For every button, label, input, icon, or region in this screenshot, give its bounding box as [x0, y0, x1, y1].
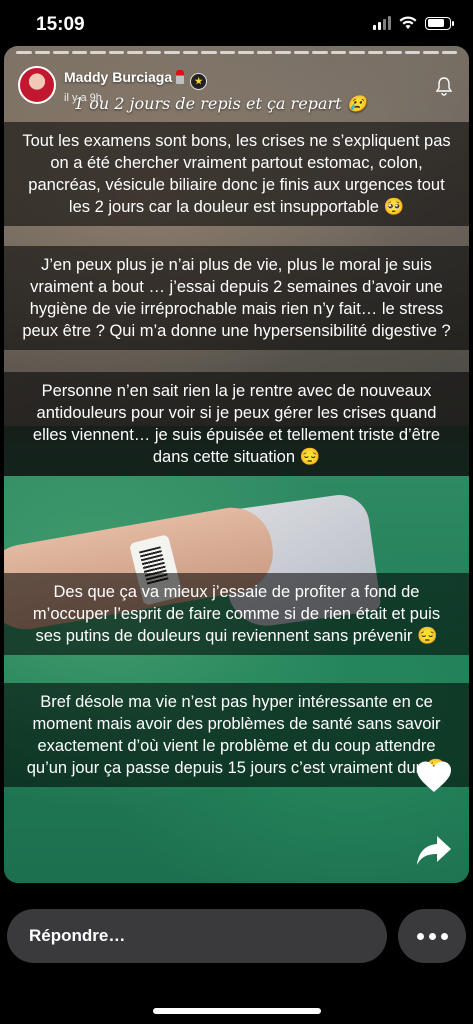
- story-viewer[interactable]: Maddy Burciaga ★ il y a 9h 1 ou 2 jours d…: [4, 46, 469, 883]
- avatar[interactable]: [18, 66, 56, 104]
- status-bar: 15:09: [0, 0, 473, 46]
- caption-2: J’en peux plus je n’ai plus de vie, plus…: [4, 246, 469, 350]
- star-badge-icon: ★: [190, 73, 208, 90]
- signal-icon: [373, 16, 391, 30]
- caption-5: Bref désole ma vie n’est pas hyper intér…: [4, 683, 469, 787]
- author-name[interactable]: Maddy Burciaga: [64, 69, 172, 85]
- caption-1: Tout les examens sont bons, les crises n…: [4, 122, 469, 226]
- reply-placeholder[interactable]: Répondre…: [29, 926, 125, 946]
- reply-input[interactable]: Répondre…: [7, 909, 387, 963]
- more-dots-icon: [416, 932, 424, 940]
- handwritten-overlay: 1 ou 2 jours de repis et ça repart 😢: [74, 94, 367, 113]
- status-time: 15:09: [36, 14, 85, 35]
- story-progress: [16, 51, 457, 54]
- status-icons: [373, 16, 454, 30]
- wifi-icon: [399, 16, 417, 29]
- share-arrow-icon[interactable]: [415, 834, 453, 868]
- home-indicator[interactable]: [153, 1008, 321, 1014]
- author-name-row[interactable]: Maddy Burciaga ★: [64, 69, 208, 90]
- caption-4: Des que ça va mieux j’essaie de profiter…: [4, 573, 469, 655]
- caption-3: Personne n’en sait rien la je rentre ave…: [4, 372, 469, 476]
- more-options-button[interactable]: [398, 909, 466, 963]
- battery-icon: [425, 16, 454, 30]
- heart-icon[interactable]: [415, 760, 453, 794]
- lipstick-icon: [176, 70, 185, 84]
- bell-icon[interactable]: [435, 76, 453, 96]
